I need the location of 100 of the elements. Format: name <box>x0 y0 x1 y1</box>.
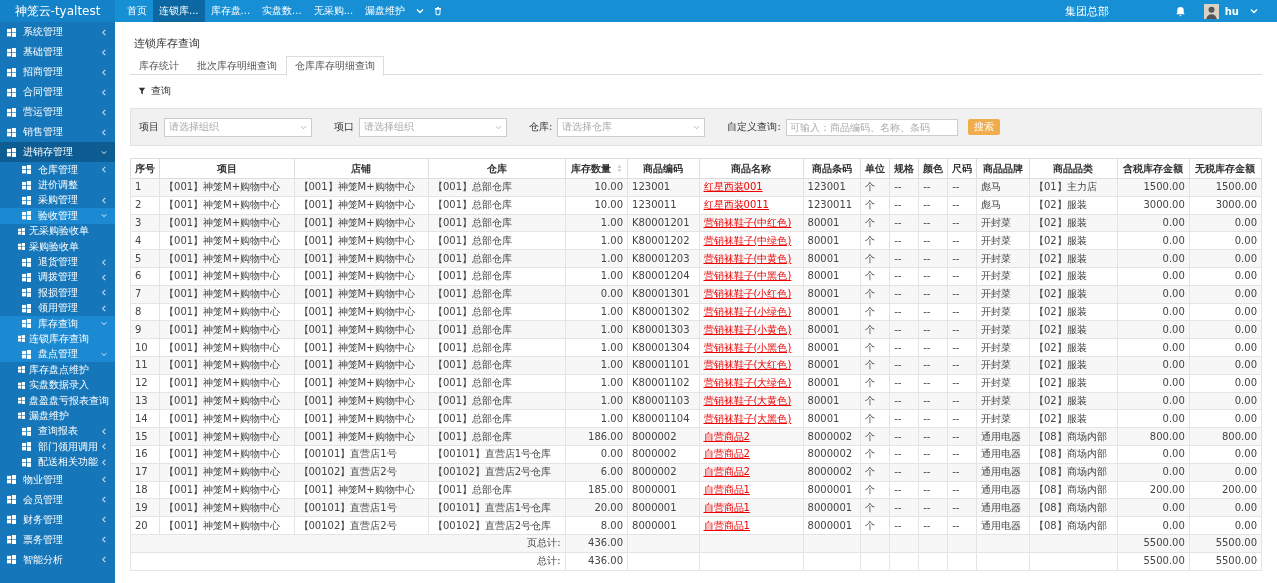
table-cell: 个 <box>860 196 890 215</box>
sidebar-item[interactable]: 库存盘点维护 <box>0 362 115 378</box>
avatar-icon[interactable] <box>1203 3 1219 19</box>
column-header: 单位 <box>860 158 890 179</box>
sidebar-item[interactable]: 仓库管理 <box>0 162 115 178</box>
table-cell: 个 <box>860 409 890 428</box>
table-cell: K80001202 <box>627 231 699 250</box>
page-tab[interactable]: 批次库存明细查询 <box>188 56 286 74</box>
product-link[interactable]: 营销袜鞋子(中黑色) <box>699 267 804 286</box>
column-header: 序号 <box>130 158 160 179</box>
select-field[interactable]: 请选择仓库 <box>557 117 706 137</box>
select-field[interactable]: 请选择组织 <box>164 117 312 137</box>
nav-tab[interactable]: 库存盘... <box>204 0 257 22</box>
sidebar-item[interactable]: 调拨管理 <box>0 269 115 286</box>
trash-icon[interactable] <box>433 6 444 16</box>
nav-tab[interactable]: 漏盘维护 <box>359 0 412 22</box>
table-cell: 【02】服装 <box>1029 196 1118 215</box>
sidebar-item[interactable]: 部门领用调用 <box>0 439 115 455</box>
product-link[interactable]: 营销袜鞋子(中绿色) <box>699 231 804 250</box>
nav-tab[interactable]: 连锁库... <box>153 0 205 22</box>
sidebar-item[interactable]: 领用管理 <box>0 300 115 316</box>
page-tab[interactable]: 仓库库存明细查询 <box>286 56 384 76</box>
table-cell: 8000002 <box>627 445 699 464</box>
tile-icon <box>22 180 31 190</box>
sidebar-item[interactable]: 会员管理 <box>0 489 115 510</box>
sidebar-item[interactable]: 财务管理 <box>0 509 115 530</box>
bell-icon[interactable] <box>1174 5 1186 17</box>
sidebar-item[interactable]: 采购验收单 <box>0 238 115 255</box>
tile-icon <box>7 107 16 117</box>
sidebar-item[interactable]: 系统管理 <box>0 22 115 42</box>
table-cell: 个 <box>860 445 890 464</box>
sidebar-item[interactable]: 查询报表 <box>0 423 115 440</box>
table-cell: 0.00 <box>1117 338 1190 357</box>
sidebar-item[interactable]: 营运管理 <box>0 102 115 122</box>
table-cell: 12 <box>130 374 160 393</box>
chevron-down-icon <box>495 124 502 130</box>
table-cell: 【00101】直营店1号仓库 <box>428 445 566 464</box>
sidebar-item[interactable]: 连锁库存查询 <box>0 331 115 347</box>
table-cell: K80001104 <box>627 409 699 428</box>
table-cell: 18 <box>130 481 160 499</box>
table-cell: 【001】神笼M+购物中心 <box>294 196 429 215</box>
table-cell: -- <box>918 374 948 393</box>
sidebar-item[interactable]: 漏盘维护 <box>0 408 115 424</box>
product-link[interactable]: 营销袜鞋子(大绿色) <box>699 374 804 393</box>
product-link[interactable]: 营销袜鞋子(小黑色) <box>699 338 804 357</box>
sidebar-item[interactable]: 基础管理 <box>0 42 115 62</box>
sidebar-item[interactable]: 报损管理 <box>0 285 115 301</box>
nav-tab[interactable]: 实盘数... <box>256 0 308 22</box>
nav-tab[interactable]: 首页 <box>121 0 153 22</box>
product-link[interactable]: 自营商品1 <box>699 516 804 535</box>
page-tab[interactable]: 库存统计 <box>130 56 188 74</box>
user-name[interactable]: hu <box>1224 5 1239 17</box>
sidebar-item[interactable]: 进销存管理 <box>0 142 115 162</box>
tile-icon <box>22 426 31 436</box>
table-cell: 0.00 <box>1117 445 1190 464</box>
table-cell: 【001】神笼M+购物中心 <box>294 409 429 428</box>
table-cell: 0.00 <box>1189 516 1262 535</box>
tile-icon <box>22 288 31 298</box>
table-cell: 【001】总部仓库 <box>428 409 566 428</box>
product-link[interactable]: 营销袜鞋子(大黑色) <box>699 409 804 428</box>
sidebar-item[interactable]: 合同管理 <box>0 82 115 102</box>
product-link[interactable]: 红星西装0011 <box>699 196 804 215</box>
total-label: 总计: <box>130 552 566 571</box>
sidebar-item[interactable]: 票务管理 <box>0 529 115 550</box>
sidebar-item[interactable]: 盘盈盘亏报表查询 <box>0 392 115 409</box>
sidebar-item[interactable]: 物业管理 <box>0 469 115 490</box>
search-field[interactable]: 可输入：商品编码、名称、条码 <box>785 118 958 136</box>
column-header: 店铺 <box>294 158 429 179</box>
sidebar-item[interactable]: 进价调整 <box>0 177 115 193</box>
sidebar-item[interactable]: 采购管理 <box>0 192 115 209</box>
sidebar-item[interactable]: 实盘数据录入 <box>0 377 115 393</box>
query-button[interactable]: 查询 <box>138 84 171 98</box>
table-cell: 8.00 <box>565 516 628 535</box>
sidebar-item[interactable]: 销售管理 <box>0 122 115 142</box>
column-header: 含税库存金额 <box>1117 158 1190 179</box>
table-cell: 【02】服装 <box>1029 338 1118 357</box>
table-cell: 开封菜 <box>976 338 1030 357</box>
sidebar-item[interactable]: 验收管理 <box>0 208 115 224</box>
sidebar-item[interactable]: 库存查询 <box>0 315 115 332</box>
table-cell: 0.00 <box>1189 374 1262 393</box>
chevron-down-icon[interactable] <box>415 6 426 16</box>
table-cell: 个 <box>860 516 890 535</box>
page-title: 连锁库存查询 <box>134 36 201 51</box>
column-header: 商品编码 <box>627 158 699 179</box>
table-cell: 20 <box>130 516 160 535</box>
tile-icon <box>7 495 16 505</box>
product-link[interactable]: 自营商品2 <box>699 445 804 464</box>
table-cell: 【001】总部仓库 <box>428 267 566 286</box>
sidebar-item[interactable]: 智能分析 <box>0 549 115 570</box>
sidebar-item[interactable]: 配送相关功能 <box>0 454 115 470</box>
sidebar-item[interactable]: 招商管理 <box>0 62 115 82</box>
organization-label[interactable]: 集团总部 <box>1064 3 1109 19</box>
product-link[interactable]: 营销袜鞋子(小绿色) <box>699 303 804 321</box>
sidebar-item[interactable]: 无采购验收单 <box>0 223 115 239</box>
select-field[interactable]: 请选择组织 <box>359 117 507 137</box>
sidebar-item[interactable]: 退货管理 <box>0 254 115 270</box>
product-link[interactable]: 自营商品1 <box>699 481 804 499</box>
nav-tab[interactable]: 无采购... <box>307 0 360 22</box>
chevron-down-icon[interactable] <box>1249 6 1259 16</box>
table-cell: 个 <box>860 338 890 357</box>
